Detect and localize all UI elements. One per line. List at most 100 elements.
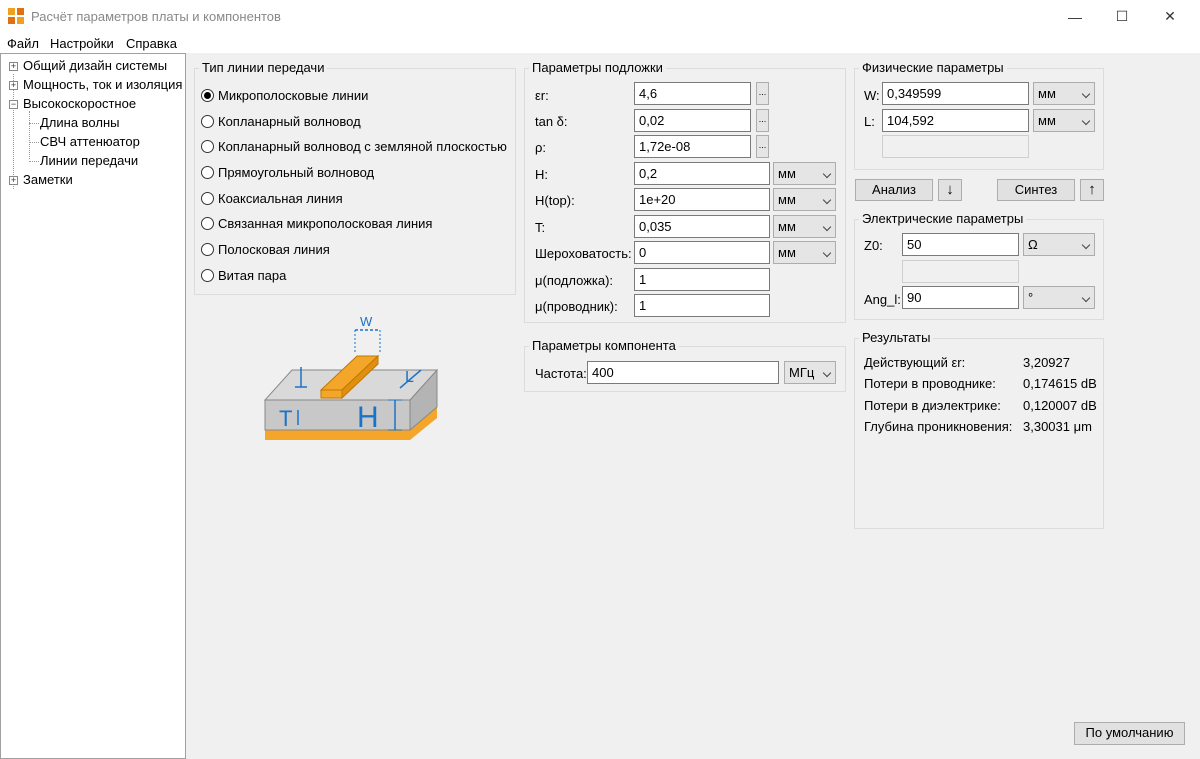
tree-item-transmission-lines[interactable]: Линии передачи	[40, 153, 138, 168]
radio-icon	[201, 140, 214, 153]
t-input[interactable]: 0,035	[634, 215, 770, 238]
rho-label: ρ:	[535, 140, 547, 155]
rho-input[interactable]: 1,72e-08	[634, 135, 751, 158]
conductor-front	[320, 389, 343, 399]
l-input[interactable]: 104,592	[882, 109, 1029, 132]
tree-expand-icon[interactable]: +	[9, 176, 18, 185]
physical-title: Физические параметры	[859, 60, 1007, 75]
radio-icon	[201, 217, 214, 230]
arrow-up-icon[interactable]: ↑	[1080, 179, 1104, 201]
title-bar: Расчёт параметров платы и компонентов — …	[0, 0, 1200, 33]
radio-icon	[201, 115, 214, 128]
chevron-down-icon	[822, 222, 832, 232]
htop-input[interactable]: 1e+20	[634, 188, 770, 211]
mu-substrate-input[interactable]: 1	[634, 268, 770, 291]
tand-label: tan δ:	[535, 114, 568, 129]
frequency-unit-select[interactable]: МГц	[784, 361, 836, 384]
radio-coaxial[interactable]: Коаксиальная линия	[201, 191, 343, 206]
roughness-unit-select[interactable]: мм	[773, 241, 836, 264]
microstrip-diagram: W T H L	[263, 314, 439, 440]
dielectric-loss-label: Потери в диэлектрике:	[864, 398, 1001, 413]
tand-browse-button[interactable]: ...	[756, 109, 769, 132]
radio-selected-icon	[201, 89, 214, 102]
chevron-down-icon	[1081, 240, 1091, 250]
electrical-title: Электрические параметры	[859, 211, 1027, 226]
chevron-down-icon	[822, 195, 832, 205]
mu-conductor-label: μ(проводник):	[535, 299, 618, 314]
htop-label: H(top):	[535, 193, 575, 208]
line-type-title: Тип линии передачи	[199, 60, 328, 75]
h-label: H:	[535, 167, 548, 182]
ang-label: Ang_l:	[864, 292, 901, 307]
close-button[interactable]: ✕	[1147, 0, 1193, 33]
tree-collapse-icon[interactable]: −	[9, 100, 18, 109]
synthesize-button[interactable]: Синтез	[997, 179, 1075, 201]
rho-browse-button[interactable]: ...	[756, 135, 769, 158]
w-unit-select[interactable]: мм	[1033, 82, 1095, 105]
tree-item-wavelength[interactable]: Длина волны	[40, 115, 120, 130]
results-title: Результаты	[859, 330, 934, 345]
tree-item-notes[interactable]: Заметки	[23, 172, 73, 187]
radio-coupled-microstrip[interactable]: Связанная микрополосковая линия	[201, 216, 432, 231]
radio-icon	[201, 166, 214, 179]
htop-unit-select[interactable]: мм	[773, 188, 836, 211]
skin-depth-label: Глубина проникновения:	[864, 419, 1013, 434]
radio-grounded-coplanar[interactable]: Копланарный волновод с земляной плоскост…	[201, 139, 507, 154]
radio-twisted-pair[interactable]: Витая пара	[201, 268, 286, 283]
component-title: Параметры компонента	[529, 338, 679, 353]
ang-unit-select[interactable]: °	[1023, 286, 1095, 309]
chevron-down-icon	[1081, 89, 1091, 99]
mu-conductor-input[interactable]: 1	[634, 294, 770, 317]
er-browse-button[interactable]: ...	[756, 82, 769, 105]
z0-unit-select[interactable]: Ω	[1023, 233, 1095, 256]
app-icon	[8, 8, 24, 24]
label-t: T	[279, 406, 292, 431]
radio-rectangular-waveguide[interactable]: Прямоугольный волновод	[201, 165, 374, 180]
l-label: L:	[864, 114, 875, 129]
h-unit-select[interactable]: мм	[773, 162, 836, 185]
frequency-label: Частота:	[535, 366, 587, 381]
maximize-button[interactable]: ☐	[1099, 0, 1145, 33]
tree-expand-icon[interactable]: +	[9, 81, 18, 90]
w-label: W:	[864, 88, 880, 103]
l-unit-select[interactable]: мм	[1033, 109, 1095, 132]
label-w: W	[360, 314, 373, 329]
radio-icon	[201, 243, 214, 256]
arrow-down-icon[interactable]: ↓	[938, 179, 962, 201]
dielectric-loss-value: 0,120007 dB	[1023, 398, 1097, 413]
mu-substrate-label: μ(подложка):	[535, 273, 614, 288]
defaults-button[interactable]: По умолчанию	[1074, 722, 1185, 745]
tree-item-system-design[interactable]: Общий дизайн системы	[23, 58, 167, 73]
chevron-down-icon	[822, 248, 832, 258]
roughness-input[interactable]: 0	[634, 241, 770, 264]
minimize-button[interactable]: —	[1052, 0, 1098, 33]
tree-expand-icon[interactable]: +	[9, 62, 18, 71]
skin-depth-value: 3,30031 μm	[1023, 419, 1092, 434]
tree-item-high-speed[interactable]: Высокоскоростное	[23, 96, 136, 111]
frequency-input[interactable]: 400	[587, 361, 779, 384]
er-input[interactable]: 4,6	[634, 82, 751, 105]
z0-input[interactable]: 50	[902, 233, 1019, 256]
w-input[interactable]: 0,349599	[882, 82, 1029, 105]
tree-item-rf-attenuator[interactable]: СВЧ аттенюатор	[40, 134, 140, 149]
radio-stripline[interactable]: Полосковая линия	[201, 242, 330, 257]
menu-file[interactable]: Файл	[7, 36, 39, 51]
menu-bar: Файл Настройки Справка	[0, 33, 1200, 53]
z0-label: Z0:	[864, 238, 883, 253]
chevron-down-icon	[1081, 116, 1091, 126]
radio-microstrip[interactable]: Микрополосковые линии	[201, 88, 368, 103]
substrate-title: Параметры подложки	[529, 60, 666, 75]
chevron-down-icon	[822, 169, 832, 179]
tand-input[interactable]: 0,02	[634, 109, 751, 132]
analyze-button[interactable]: Анализ	[855, 179, 933, 201]
effective-er-label: Действующий εr:	[864, 355, 966, 370]
effective-er-value: 3,20927	[1023, 355, 1070, 370]
tree-item-power-current[interactable]: Мощность, ток и изоляция	[23, 77, 182, 92]
menu-settings[interactable]: Настройки	[50, 36, 114, 51]
t-unit-select[interactable]: мм	[773, 215, 836, 238]
radio-coplanar[interactable]: Копланарный волновод	[201, 114, 361, 129]
ang-input[interactable]: 90	[902, 286, 1019, 309]
h-input[interactable]: 0,2	[634, 162, 770, 185]
er-label: εr:	[535, 88, 549, 103]
menu-help[interactable]: Справка	[126, 36, 177, 51]
